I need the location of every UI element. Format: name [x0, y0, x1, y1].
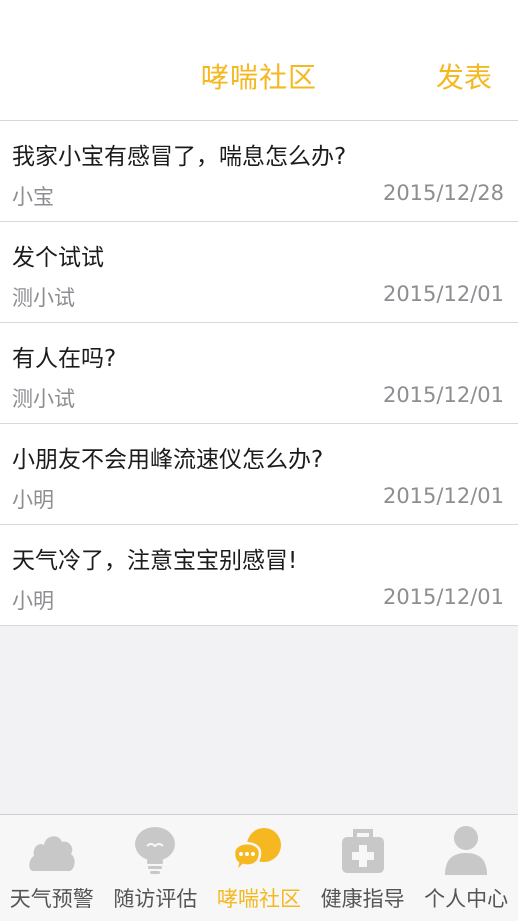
- lightbulb-icon: [135, 827, 176, 874]
- post-author: 测小试: [12, 387, 75, 411]
- tab-personal-center[interactable]: 个人中心: [414, 815, 518, 921]
- list-item[interactable]: 我家小宝有感冒了，喘息怎么办? 小宝 2015/12/28: [0, 121, 518, 222]
- cloud-icon: [29, 836, 75, 871]
- navigation-bar: 哮喘社区 发表: [0, 0, 518, 121]
- tab-follow-up[interactable]: 随访评估: [104, 815, 208, 921]
- tab-label: 健康指导: [320, 887, 405, 911]
- post-title: 有人在吗?: [12, 346, 117, 372]
- list-item[interactable]: 发个试试 测小试 2015/12/01: [0, 222, 518, 323]
- post-title: 小朋友不会用峰流速仪怎么办?: [12, 447, 324, 473]
- post-title: 天气冷了，注意宝宝别感冒!: [12, 548, 298, 574]
- post-title: 发个试试: [12, 245, 104, 271]
- post-list: 我家小宝有感冒了，喘息怎么办? 小宝 2015/12/28 发个试试 测小试 2…: [0, 121, 518, 626]
- tab-label: 哮喘社区: [216, 887, 301, 911]
- tab-asthma-community[interactable]: 哮喘社区: [207, 815, 311, 921]
- post-title: 我家小宝有感冒了，喘息怎么办?: [12, 144, 347, 170]
- tab-label: 随访评估: [113, 887, 198, 911]
- post-author: 小明: [12, 488, 54, 512]
- post-date: 2015/12/01: [382, 383, 504, 407]
- tab-health-guide[interactable]: 健康指导: [311, 815, 415, 921]
- post-author: 小宝: [12, 185, 54, 209]
- list-item[interactable]: 有人在吗? 测小试 2015/12/01: [0, 323, 518, 424]
- tab-bar: 天气预警 随访评估 哮喘社区 健康指导 个人中心: [0, 814, 518, 921]
- list-item[interactable]: 小朋友不会用峰流速仪怎么办? 小明 2015/12/01: [0, 424, 518, 525]
- post-date: 2015/12/01: [382, 585, 504, 609]
- medical-kit-icon: [341, 829, 384, 873]
- publish-button[interactable]: 发表: [436, 56, 492, 96]
- tab-label: 个人中心: [424, 887, 509, 911]
- tab-label: 天气预警: [9, 887, 94, 911]
- post-author: 小明: [12, 589, 54, 613]
- post-date: 2015/12/28: [382, 181, 504, 205]
- post-date: 2015/12/01: [382, 484, 504, 508]
- chat-bubbles-icon: [232, 828, 281, 876]
- post-date: 2015/12/01: [382, 282, 504, 306]
- post-author: 测小试: [12, 286, 75, 310]
- list-item[interactable]: 天气冷了，注意宝宝别感冒! 小明 2015/12/01: [0, 525, 518, 626]
- tab-weather-alert[interactable]: 天气预警: [0, 815, 104, 921]
- person-icon: [445, 826, 488, 875]
